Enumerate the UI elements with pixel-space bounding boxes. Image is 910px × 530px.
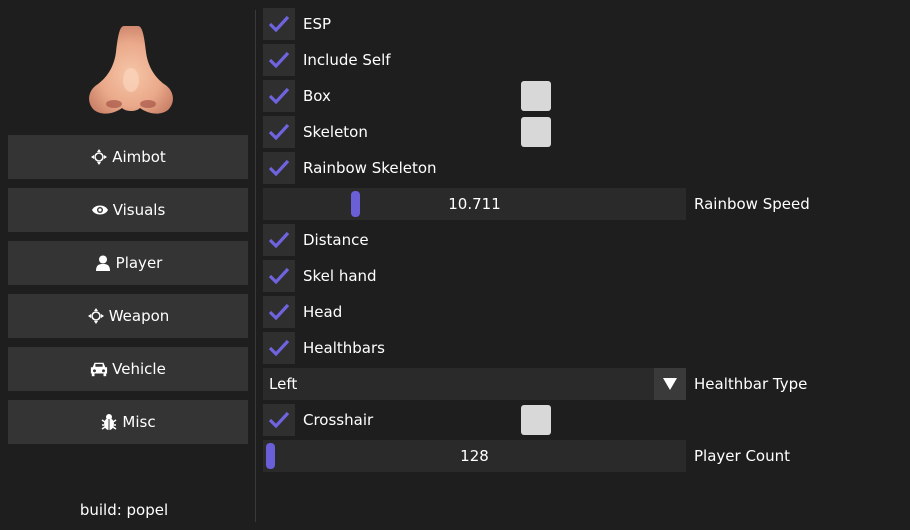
head-label: Head — [303, 303, 343, 321]
nose-logo-icon — [89, 26, 173, 114]
checkmark-icon — [268, 339, 290, 357]
crosshair-checkbox[interactable] — [263, 404, 295, 436]
option-esp: ESP — [263, 8, 331, 40]
option-skeleton: Skeleton — [263, 116, 368, 148]
dropdown-arrow-icon[interactable] — [654, 368, 686, 400]
nav-label: Visuals — [112, 201, 166, 219]
option-skel-hand: Skel hand — [263, 260, 377, 292]
head-checkbox[interactable] — [263, 296, 295, 328]
nav-button-aimbot[interactable]: Aimbot — [8, 135, 248, 179]
player-count-value: 128 — [460, 447, 489, 465]
rainbow-speed-slider[interactable]: 10.711 — [263, 188, 686, 220]
option-box: Box — [263, 80, 331, 112]
nav-button-player[interactable]: Player — [8, 241, 248, 285]
checkmark-icon — [268, 231, 290, 249]
eye-icon — [91, 201, 109, 219]
skel-hand-label: Skel hand — [303, 267, 377, 285]
healthbars-checkbox[interactable] — [263, 332, 295, 364]
rainbow-skeleton-checkbox[interactable] — [263, 152, 295, 184]
skeleton-label: Skeleton — [303, 123, 368, 141]
nav-label: Aimbot — [112, 148, 166, 166]
esp-checkbox[interactable] — [263, 8, 295, 40]
player-count-label: Player Count — [694, 447, 790, 465]
nav-label: Vehicle — [112, 360, 166, 378]
healthbars-label: Healthbars — [303, 339, 385, 357]
option-head: Head — [263, 296, 342, 328]
distance-label: Distance — [303, 231, 369, 249]
nav-label: Misc — [122, 413, 156, 431]
crosshair-color-swatch[interactable] — [521, 405, 551, 435]
box-label: Box — [303, 87, 331, 105]
nav-button-vehicle[interactable]: Vehicle — [8, 347, 248, 391]
checkmark-icon — [268, 87, 290, 105]
rainbow-speed-label: Rainbow Speed — [694, 195, 810, 213]
nav-label: Weapon — [108, 307, 170, 325]
checkmark-icon — [268, 411, 290, 429]
bug-icon — [100, 413, 118, 431]
include-self-checkbox[interactable] — [263, 44, 295, 76]
checkmark-icon — [268, 303, 290, 321]
crosshair-arrows-icon — [87, 307, 105, 325]
user-icon — [94, 254, 112, 272]
player-count-slider[interactable]: 128 — [263, 440, 686, 472]
healthbar-type-dropdown[interactable]: Left — [263, 368, 686, 400]
option-distance: Distance — [263, 224, 369, 256]
healthbar-type-label: Healthbar Type — [694, 375, 808, 393]
option-healthbars: Healthbars — [263, 332, 385, 364]
box-checkbox[interactable] — [263, 80, 295, 112]
rainbow-skeleton-label: Rainbow Skeleton — [303, 159, 437, 177]
distance-checkbox[interactable] — [263, 224, 295, 256]
divider — [255, 10, 256, 522]
checkmark-icon — [268, 51, 290, 69]
build-label: build: popel — [79, 501, 169, 519]
option-rainbow-skeleton: Rainbow Skeleton — [263, 152, 437, 184]
nav-button-misc[interactable]: Misc — [8, 400, 248, 444]
option-crosshair: Crosshair — [263, 404, 373, 436]
esp-label: ESP — [303, 15, 332, 33]
rainbow-speed-value: 10.711 — [448, 195, 501, 213]
nav-button-visuals[interactable]: Visuals — [8, 188, 248, 232]
include-self-label: Include Self — [303, 51, 391, 69]
sidebar: Aimbot Visuals Player Weapon Vehicle Mis… — [0, 0, 256, 530]
checkmark-icon — [268, 15, 290, 33]
healthbar-type-value: Left — [269, 375, 298, 393]
checkmark-icon — [268, 123, 290, 141]
checkmark-icon — [268, 267, 290, 285]
crosshair-label: Crosshair — [303, 411, 374, 429]
car-icon — [90, 360, 108, 378]
nav-label: Player — [115, 254, 163, 272]
skeleton-checkbox[interactable] — [263, 116, 295, 148]
box-color-swatch[interactable] — [521, 81, 551, 111]
crosshair-arrows-icon — [90, 148, 108, 166]
checkmark-icon — [268, 159, 290, 177]
option-include-self: Include Self — [263, 44, 391, 76]
skel-hand-checkbox[interactable] — [263, 260, 295, 292]
skeleton-color-swatch[interactable] — [521, 117, 551, 147]
nav-button-weapon[interactable]: Weapon — [8, 294, 248, 338]
